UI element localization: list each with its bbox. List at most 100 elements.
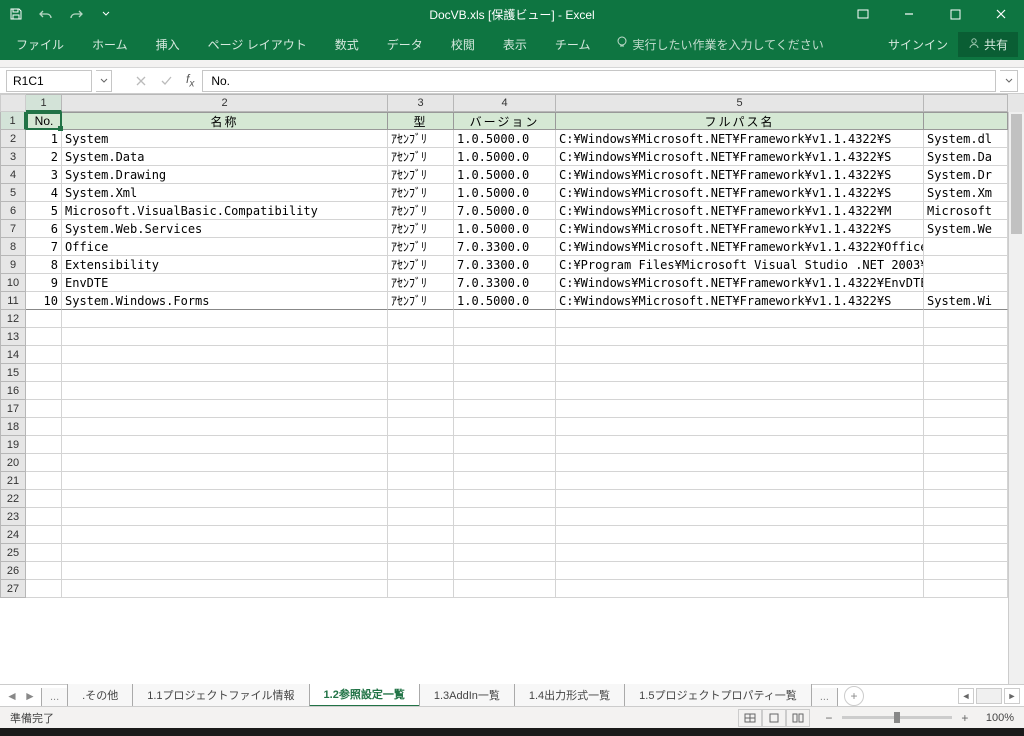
cell[interactable]: C:¥Windows¥Microsoft.NET¥Framework¥v1.1.…	[556, 220, 924, 238]
cell[interactable]	[26, 526, 62, 544]
cell[interactable]: Office	[62, 238, 388, 256]
cell[interactable]	[26, 364, 62, 382]
cell[interactable]: System.We	[924, 220, 1008, 238]
cell[interactable]	[388, 472, 454, 490]
cell[interactable]	[556, 472, 924, 490]
cell[interactable]: 1.0.5000.0	[454, 166, 556, 184]
cell[interactable]	[454, 364, 556, 382]
cell[interactable]	[924, 400, 1008, 418]
cell[interactable]: ｱｾﾝﾌﾞﾘ	[388, 274, 454, 292]
cell[interactable]	[924, 526, 1008, 544]
cell[interactable]	[388, 310, 454, 328]
sheet-tab[interactable]: 1.4出力形式一覧	[514, 684, 625, 707]
cell[interactable]	[556, 328, 924, 346]
cell[interactable]	[454, 400, 556, 418]
cell[interactable]	[26, 544, 62, 562]
cell[interactable]	[26, 472, 62, 490]
cell[interactable]	[924, 580, 1008, 598]
cell[interactable]: System	[62, 130, 388, 148]
cell[interactable]: ｱｾﾝﾌﾞﾘ	[388, 220, 454, 238]
horizontal-scrollbar[interactable]: ◄ ►	[958, 688, 1024, 704]
sheet-tab[interactable]: 1.5プロジェクトプロパティ一覧	[624, 684, 812, 707]
cell[interactable]	[454, 472, 556, 490]
cell[interactable]: 1.0.5000.0	[454, 148, 556, 166]
redo-icon[interactable]	[66, 4, 86, 24]
cell[interactable]	[556, 580, 924, 598]
cell[interactable]: System.Windows.Forms	[62, 292, 388, 310]
cell[interactable]	[388, 490, 454, 508]
cell[interactable]: 7.0.3300.0	[454, 274, 556, 292]
cell[interactable]: 1.0.5000.0	[454, 292, 556, 310]
cell[interactable]	[26, 490, 62, 508]
cell[interactable]	[924, 490, 1008, 508]
formula-expand-icon[interactable]	[1000, 70, 1018, 92]
cell[interactable]: ｱｾﾝﾌﾞﾘ	[388, 166, 454, 184]
minimize-icon[interactable]	[886, 0, 932, 28]
row-header[interactable]: 13	[0, 328, 26, 346]
cell[interactable]	[924, 508, 1008, 526]
save-icon[interactable]	[6, 4, 26, 24]
cell[interactable]	[62, 454, 388, 472]
cell[interactable]: C:¥Windows¥Microsoft.NET¥Framework¥v1.1.…	[556, 184, 924, 202]
cell[interactable]	[388, 580, 454, 598]
cell[interactable]: 5	[26, 202, 62, 220]
cell[interactable]: 10	[26, 292, 62, 310]
cell[interactable]: Microsoft	[924, 202, 1008, 220]
column-header[interactable]	[924, 94, 1008, 112]
cell[interactable]	[924, 436, 1008, 454]
cell[interactable]: C:¥Windows¥Microsoft.NET¥Framework¥v1.1.…	[556, 130, 924, 148]
cell[interactable]	[26, 580, 62, 598]
cell[interactable]	[62, 400, 388, 418]
tab-view[interactable]: 表示	[493, 30, 537, 59]
hscroll-left-icon[interactable]: ◄	[958, 688, 974, 704]
cell[interactable]	[62, 508, 388, 526]
cell[interactable]	[26, 418, 62, 436]
tab-page-layout[interactable]: ページ レイアウト	[198, 30, 317, 59]
cell[interactable]: 6	[26, 220, 62, 238]
cell[interactable]	[454, 346, 556, 364]
cell[interactable]	[388, 508, 454, 526]
tab-formulas[interactable]: 数式	[325, 30, 369, 59]
row-header[interactable]: 23	[0, 508, 26, 526]
cell[interactable]: System.Xml	[62, 184, 388, 202]
cell[interactable]: 7.0.3300.0	[454, 256, 556, 274]
ribbon-display-icon[interactable]	[840, 0, 886, 28]
cell[interactable]	[26, 400, 62, 418]
cell[interactable]	[388, 328, 454, 346]
row-header[interactable]: 17	[0, 400, 26, 418]
cell[interactable]	[924, 382, 1008, 400]
row-header[interactable]: 16	[0, 382, 26, 400]
cell[interactable]	[924, 472, 1008, 490]
row-header[interactable]: 4	[0, 166, 26, 184]
cell[interactable]: 1.0.5000.0	[454, 220, 556, 238]
cell[interactable]	[924, 256, 1008, 274]
cell[interactable]	[924, 310, 1008, 328]
cell[interactable]: System.Da	[924, 148, 1008, 166]
cell[interactable]: System.Drawing	[62, 166, 388, 184]
row-header[interactable]: 25	[0, 544, 26, 562]
cell[interactable]: 1.0.5000.0	[454, 184, 556, 202]
cell[interactable]: C:¥Windows¥Microsoft.NET¥Framework¥v1.1.…	[556, 292, 924, 310]
close-icon[interactable]	[978, 0, 1024, 28]
cell[interactable]	[454, 310, 556, 328]
row-header[interactable]: 19	[0, 436, 26, 454]
share-button[interactable]: 共有	[958, 32, 1018, 57]
cell[interactable]	[26, 436, 62, 454]
tell-me-input[interactable]: 実行したい作業を入力してください	[616, 36, 823, 53]
row-header[interactable]: 5	[0, 184, 26, 202]
cell[interactable]	[556, 454, 924, 472]
cell[interactable]: 7.0.5000.0	[454, 202, 556, 220]
tab-nav-next-icon[interactable]: ►	[22, 687, 38, 705]
tab-review[interactable]: 校閲	[441, 30, 485, 59]
cell[interactable]	[62, 328, 388, 346]
cells[interactable]: No.名称型バージョンフルパス名1Systemｱｾﾝﾌﾞﾘ1.0.5000.0C…	[26, 112, 1024, 684]
hscroll-right-icon[interactable]: ►	[1004, 688, 1020, 704]
name-box-dropdown-icon[interactable]	[96, 70, 112, 92]
cell[interactable]: C:¥Windows¥Microsoft.NET¥Framework¥v1.1.…	[556, 274, 924, 292]
cell[interactable]	[454, 490, 556, 508]
cell[interactable]	[62, 310, 388, 328]
view-normal-icon[interactable]	[738, 709, 762, 727]
cell[interactable]	[26, 382, 62, 400]
cell[interactable]	[26, 562, 62, 580]
undo-icon[interactable]	[36, 4, 56, 24]
